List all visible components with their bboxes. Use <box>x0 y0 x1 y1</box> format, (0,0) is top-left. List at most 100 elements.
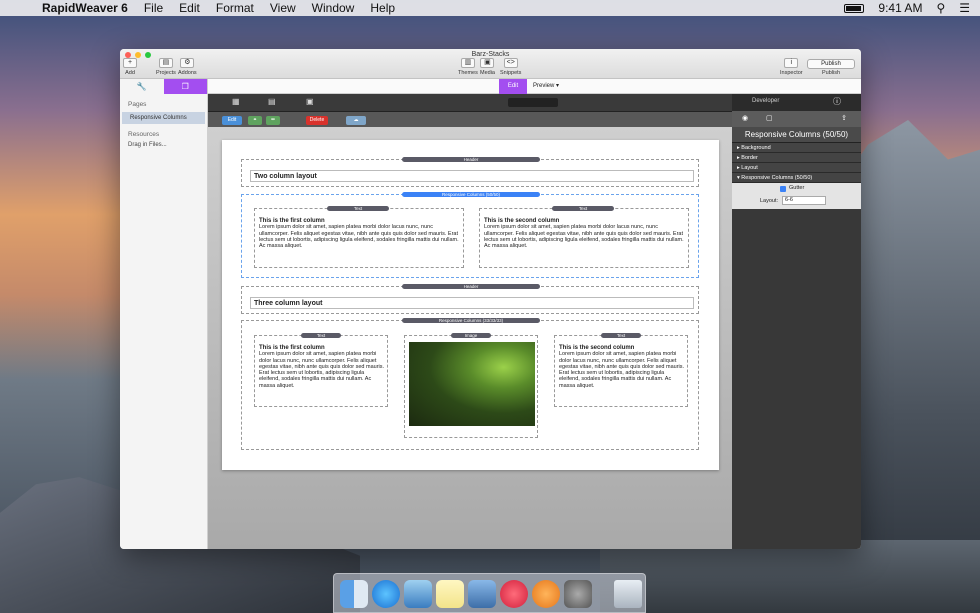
stack-edit-button[interactable]: Edit <box>222 116 242 125</box>
resources-header: Resources <box>128 131 160 138</box>
layout-label: Layout: <box>760 198 779 204</box>
sidebar-tab-tools[interactable]: 🔧 <box>120 79 164 94</box>
eye-icon[interactable]: ◉ <box>742 114 748 122</box>
themes-icon: ▥ <box>460 58 475 68</box>
first-column-text[interactable]: This is the first column Lorem ipsum dolo… <box>259 345 385 389</box>
gutter-checkbox[interactable] <box>780 186 786 192</box>
inspector-tools: ◉ ▢ ⇪ <box>732 111 861 127</box>
clock[interactable]: 9:41 AM <box>878 1 922 15</box>
leaf-photo[interactable] <box>409 342 535 426</box>
publish-label: Publish <box>822 70 841 76</box>
three-column-title[interactable]: Three column layout <box>250 297 694 309</box>
snippets-icon: <> <box>503 58 518 68</box>
second-column-text[interactable]: This is the second column Lorem ipsum dol… <box>559 345 685 389</box>
preview-mode-button[interactable]: Preview ▾ <box>533 79 559 94</box>
system-preferences-icon[interactable] <box>564 580 592 608</box>
snippets-button[interactable]: <> Snippets <box>500 58 521 76</box>
addons-button[interactable]: ⚙ Addons <box>178 58 197 76</box>
media-icon: ▣ <box>480 58 495 68</box>
inspector-title: Responsive Columns (50/50) <box>732 127 861 143</box>
sidebar: 🔧 ❐ Pages Responsive Columns Resources D… <box>120 79 208 549</box>
menu-edit[interactable]: Edit <box>179 1 200 15</box>
text-stack-second[interactable]: Text This is the second column Lorem ipsu… <box>554 333 688 407</box>
inspector-section-layout[interactable]: ▸ Layout <box>732 163 861 173</box>
edit-mode-button[interactable]: Edit <box>499 79 527 94</box>
header-stack[interactable]: Header Three column layout <box>241 284 699 314</box>
lock-icon[interactable]: ▢ <box>766 114 773 122</box>
header-pill[interactable]: Header <box>402 284 540 289</box>
first-column-text[interactable]: This is the first column Lorem ipsum dolo… <box>259 218 459 249</box>
battery-icon[interactable] <box>844 3 865 13</box>
responsive-columns-50-50[interactable]: Responsive Columns (50/50) Text This is … <box>241 192 699 278</box>
menu-format[interactable]: Format <box>216 1 254 15</box>
responsive-columns-33[interactable]: Responsive Columns (33/33/33) Text This … <box>241 318 699 450</box>
inspector-panel: Developer ⓘ ◉ ▢ ⇪ Responsive Columns (50… <box>732 94 861 549</box>
ibooks-icon[interactable] <box>532 580 560 608</box>
title-bar: Barz-Stacks + Add ▤ Projects ⚙ Addons ▥ Them… <box>120 49 861 79</box>
second-column-text[interactable]: This is the second column Lorem ipsum dol… <box>484 218 684 249</box>
app-window: Barz-Stacks + Add ▤ Projects ⚙ Addons ▥ Them… <box>120 49 861 549</box>
notes-icon[interactable] <box>436 580 464 608</box>
text-pill[interactable]: Text <box>327 206 389 211</box>
export-icon[interactable]: ⇪ <box>841 114 847 122</box>
edit-canvas: Header Two column layout Responsive Colu… <box>208 127 732 549</box>
stack-templates-icon[interactable]: ▤ <box>268 97 276 106</box>
safari-icon[interactable] <box>372 580 400 608</box>
text-pill[interactable]: Text <box>552 206 614 211</box>
menu-view[interactable]: View <box>270 1 296 15</box>
page-content: Header Two column layout Responsive Colu… <box>222 140 719 470</box>
themes-button[interactable]: ▥ Themes <box>458 58 478 76</box>
unlink-icon[interactable]: ⚮ <box>266 116 280 125</box>
inspector-section-background[interactable]: ▸ Background <box>732 143 861 153</box>
stack-library-icon[interactable]: ▦ <box>232 97 240 106</box>
info-icon[interactable]: ⓘ <box>833 96 841 107</box>
image-pill[interactable]: Image <box>451 333 491 338</box>
spotlight-icon[interactable]: ⚲ <box>936 1 945 15</box>
image-stack[interactable]: Image <box>404 333 538 438</box>
publish-button[interactable]: Publish <box>807 59 855 69</box>
text-pill[interactable]: Text <box>601 333 641 338</box>
mail-icon[interactable] <box>404 580 432 608</box>
responsive-settings: Gutter Layout: 6-6 <box>732 183 861 209</box>
inspector-section-border[interactable]: ▸ Border <box>732 153 861 163</box>
stack-image-icon[interactable]: ▣ <box>306 97 314 106</box>
layout-select[interactable]: 6-6 <box>782 196 826 205</box>
delete-button[interactable]: Delete <box>306 116 328 125</box>
sidebar-tab-pages[interactable]: ❐ <box>163 79 207 94</box>
text-stack-first[interactable]: Text This is the first column Lorem ipsum… <box>254 333 388 407</box>
menu-file[interactable]: File <box>144 1 163 15</box>
notification-center-icon[interactable]: ☰ <box>959 1 970 15</box>
menu-bar: RapidWeaver 6 File Edit Format View Wind… <box>0 0 980 16</box>
dock <box>333 573 646 613</box>
two-column-title[interactable]: Two column layout <box>250 170 694 182</box>
projects-icon: ▤ <box>158 58 173 68</box>
projects-button[interactable]: ▤ Projects <box>156 58 176 76</box>
link-icon[interactable]: ⚭ <box>248 116 262 125</box>
itunes-icon[interactable] <box>500 580 528 608</box>
header-pill[interactable]: Header <box>402 157 540 162</box>
responsive-columns-pill[interactable]: Responsive Columns (33/33/33) <box>402 318 540 323</box>
layout-toggle[interactable] <box>508 98 558 107</box>
text-stack-second[interactable]: Text This is the second column Lorem ipsu… <box>479 206 689 268</box>
add-button[interactable]: + Add <box>123 58 137 76</box>
header-stack[interactable]: Header Two column layout <box>241 157 699 187</box>
rapidweaver-icon[interactable] <box>468 580 496 608</box>
chevron-down-icon: ▾ <box>556 83 560 89</box>
text-pill[interactable]: Text <box>301 333 341 338</box>
menu-window[interactable]: Window <box>312 1 355 15</box>
developer-label[interactable]: Developer <box>752 98 779 104</box>
stacks-tab-bar: ▦ ▤ ▣ <box>208 94 732 111</box>
mountain-bottom <box>600 540 980 613</box>
inspector-section-responsive[interactable]: ▾ Responsive Columns (50/50) <box>732 173 861 183</box>
app-menu[interactable]: RapidWeaver 6 <box>42 1 128 15</box>
sidebar-item-drag-files[interactable]: Drag in Files... <box>128 142 207 148</box>
text-stack-first[interactable]: Text This is the first column Lorem ipsum… <box>254 206 464 268</box>
sidebar-item-responsive-columns[interactable]: Responsive Columns <box>122 112 205 124</box>
trash-icon[interactable] <box>614 580 642 608</box>
responsive-columns-pill[interactable]: Responsive Columns (50/50) <box>402 192 540 197</box>
finder-icon[interactable] <box>340 580 368 608</box>
menu-help[interactable]: Help <box>370 1 395 15</box>
cloud-icon[interactable]: ☁ <box>346 116 366 125</box>
media-button[interactable]: ▣ Media <box>480 58 495 76</box>
inspector-button[interactable]: i Inspector <box>780 58 803 76</box>
